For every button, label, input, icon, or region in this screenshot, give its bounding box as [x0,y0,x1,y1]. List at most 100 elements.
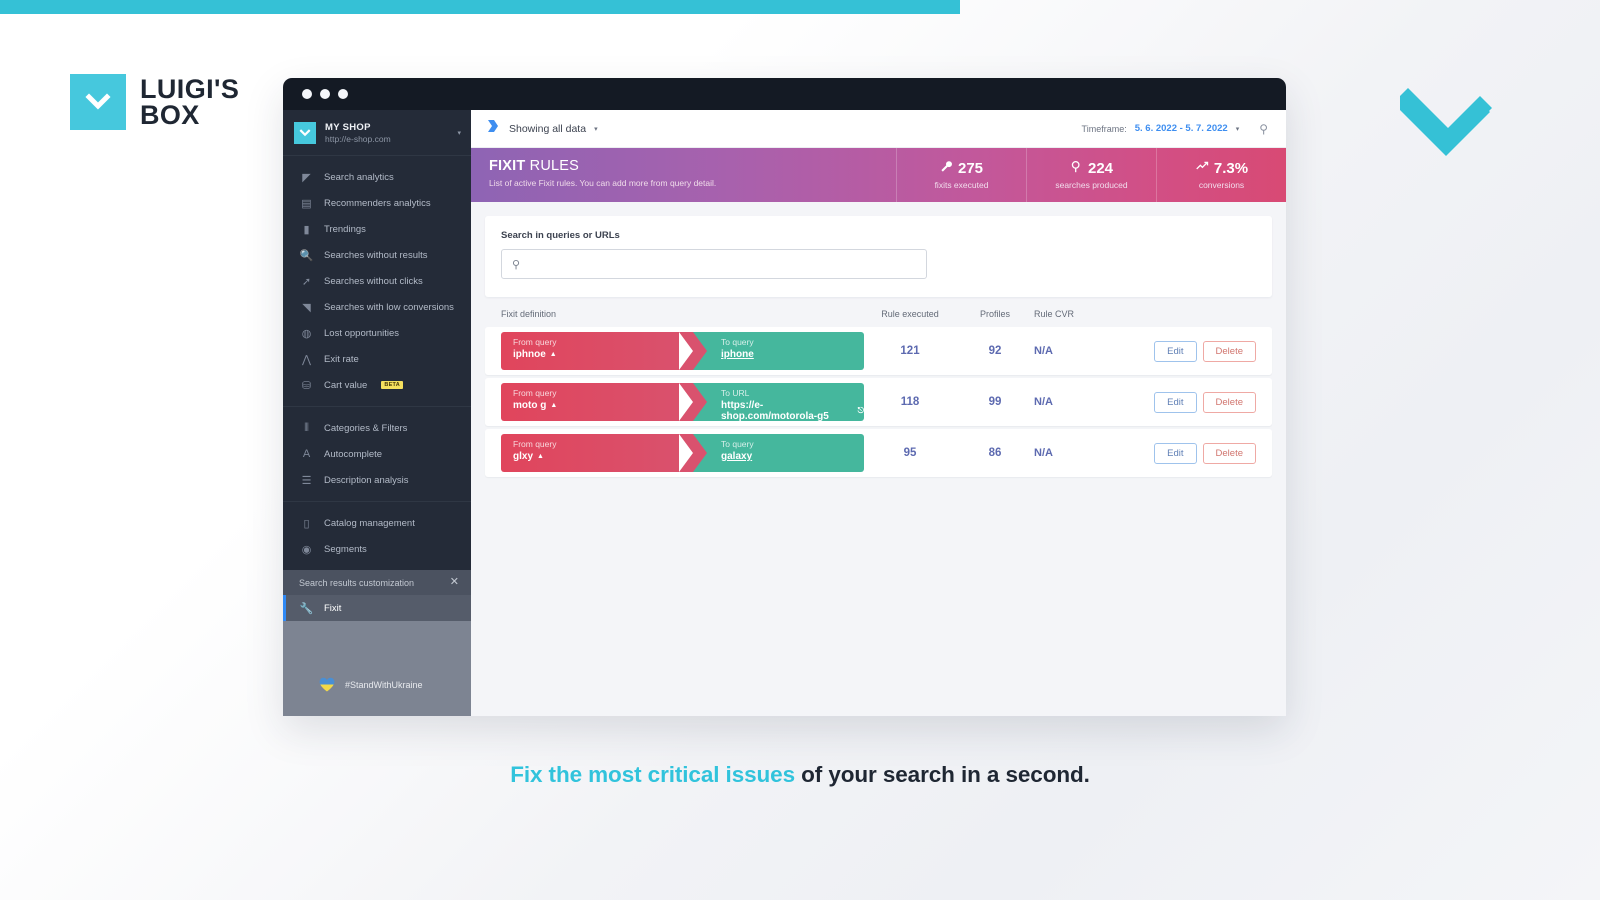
sidebar-item-search-analytics[interactable]: ◤ Search analytics [283,164,471,190]
search-field-wrapper[interactable]: ⚲ [501,249,927,279]
kpi-value-wrap: 275 [940,160,983,177]
to-value: galaxy [721,451,753,462]
road-fork-icon: ⋀ [301,353,312,366]
sidebar-item-label: Searches without clicks [324,275,423,287]
timeframe-value[interactable]: 5. 6. 2022 - 5. 7. 2022 [1135,123,1228,134]
tagline: Fix the most critical issues of your sea… [0,762,1600,788]
sidebar-item-categories-filters[interactable]: ⦀ Categories & Filters [283,415,471,441]
to-value-wrap: iphone [721,349,864,360]
sidebar-item-exit-rate[interactable]: ⋀ Exit rate [283,346,471,372]
hero-title-block: FIXIT RULES List of active Fixit rules. … [471,148,896,202]
cell-profiles: 86 [988,447,1002,459]
bar-chart-icon: ▮ [303,223,310,236]
data-scope-selector[interactable]: Showing all data ▾ [485,118,598,139]
kpi-searches-produced: 224 searches produced [1026,148,1156,202]
chevron-down-icon: ▾ [1235,125,1240,133]
sidebar-item-segments[interactable]: ◉ Segments [283,536,471,562]
sidebar-item-searches-without-results[interactable]: 🔍 Searches without results [283,242,471,268]
page-hero: FIXIT RULES List of active Fixit rules. … [471,148,1286,202]
from-value-wrap: glxy ▲ [513,451,693,462]
from-value: glxy [513,451,534,462]
sidebar-item-label: Recommenders analytics [324,197,431,209]
list-search-icon: ▤ [301,197,312,210]
delete-button[interactable]: Delete [1202,442,1256,464]
cell-rule-cvr: N/A [1034,396,1053,408]
up-arrow-icon: ▲ [550,402,558,409]
wrench-icon [940,160,953,177]
to-value: iphone [721,349,754,360]
sliders-icon: ⦀ [304,421,309,434]
sidebar-item-catalog-management[interactable]: ▯ Catalog management [283,510,471,536]
sidebar-item-autocomplete[interactable]: A Autocomplete [283,441,471,467]
cursor-click-icon: ➚ [301,275,312,288]
cell-rule-executed: 95 [903,447,917,459]
cell-profiles: 99 [988,396,1002,408]
sidebar-item-label: Lost opportunities [324,327,399,339]
fixit-definition: From query moto g ▲ To URL https://e-sho… [501,383,864,422]
sidebar-item-searches-without-clicks[interactable]: ➚ Searches without clicks [283,268,471,294]
edit-button[interactable]: Edit [1154,442,1197,464]
data-scope-label: Showing all data [509,122,587,135]
column-header-definition: Fixit definition [501,309,557,319]
window-titlebar [283,78,1286,110]
search-card-label: Search in queries or URLs [501,230,620,241]
brand-line-2: BOX [140,100,200,130]
edit-button[interactable]: Edit [1154,340,1197,362]
content-topbar: Showing all data ▾ Timeframe: 5. 6. 2022… [471,110,1286,148]
sidebar-item-trendings[interactable]: ▮ Trendings [283,216,471,242]
sidebar-group-catalog: ▯ Catalog management ◉ Segments [283,501,471,570]
kpi-value: 224 [1087,160,1114,177]
to-target-pill: To query iphone [679,332,864,370]
sidebar-item-label: Description analysis [324,474,409,486]
magnifier-icon [1070,160,1083,177]
thumbs-down-icon: ◥ [302,301,311,314]
sidebar-subsection: Search results customization ✕ 🔧 Fixit [283,570,471,621]
sidebar-item-cart-value[interactable]: ⛁ Cart value BETA [283,372,471,398]
delete-button[interactable]: Delete [1202,340,1256,362]
shop-switcher[interactable]: MY SHOP http://e-shop.com ▾ [283,110,471,156]
section-title: Search results customization [299,577,415,588]
brand-wordmark: LUIGI'S BOX [140,75,239,130]
close-icon[interactable]: ✕ [450,577,459,588]
sidebar-item-lost-opportunities[interactable]: ◍ Lost opportunities [283,320,471,346]
external-link-icon[interactable]: ⎋ [858,406,864,416]
delete-button[interactable]: Delete [1202,391,1256,413]
sidebar-item-recommenders-analytics[interactable]: ▤ Recommenders analytics [283,190,471,216]
window-close-dot[interactable] [302,89,312,99]
row-actions: Edit Delete [1126,391,1256,413]
sidebar-item-label: Exit rate [324,353,359,365]
to-caption: To query [721,439,754,449]
sidebar-item-description-analysis[interactable]: ☰ Description analysis [283,467,471,493]
table-row: From query glxy ▲ To query galaxy 95 86 … [485,429,1272,477]
row-actions: Edit Delete [1126,442,1256,464]
sidebar-item-label: Autocomplete [324,448,383,460]
from-caption: From query [513,388,557,398]
to-caption: To URL [721,388,750,398]
beta-badge: BETA [381,381,404,389]
top-accent-bar [0,0,960,14]
window-maximize-dot[interactable] [338,89,348,99]
window-minimize-dot[interactable] [320,89,330,99]
trend-up-icon [1195,160,1209,177]
main-content: Showing all data ▾ Timeframe: 5. 6. 2022… [471,110,1286,716]
cell-rule-cvr: N/A [1034,345,1053,357]
sidebar-item-searches-low-conversions[interactable]: ◥ Searches with low conversions [283,294,471,320]
cell-rule-cvr: N/A [1034,447,1053,459]
kpi-value-wrap: 7.3% [1195,160,1248,177]
search-icon[interactable]: ⚲ [1259,122,1268,136]
page-title-rest: RULES [525,158,580,174]
from-query-pill: From query glxy ▲ [501,434,707,472]
from-value-wrap: moto g ▲ [513,400,693,411]
table-header-row: Fixit definition Rule executed Profiles … [485,297,1272,327]
shop-url: http://e-shop.com [325,133,391,144]
sidebar-item-fixit[interactable]: 🔧 Fixit [283,595,471,621]
stand-with-ukraine-banner[interactable]: #StandWithUkraine [283,663,471,716]
megaphone-icon: ◤ [302,171,311,184]
from-caption: From query [513,337,557,347]
search-input[interactable] [528,258,916,270]
align-left-icon: ☰ [301,474,312,487]
sidebar-item-label: Categories & Filters [324,422,408,434]
column-header-rule-executed: Rule executed [881,309,939,319]
kpi-value: 7.3% [1213,160,1249,177]
edit-button[interactable]: Edit [1154,391,1197,413]
